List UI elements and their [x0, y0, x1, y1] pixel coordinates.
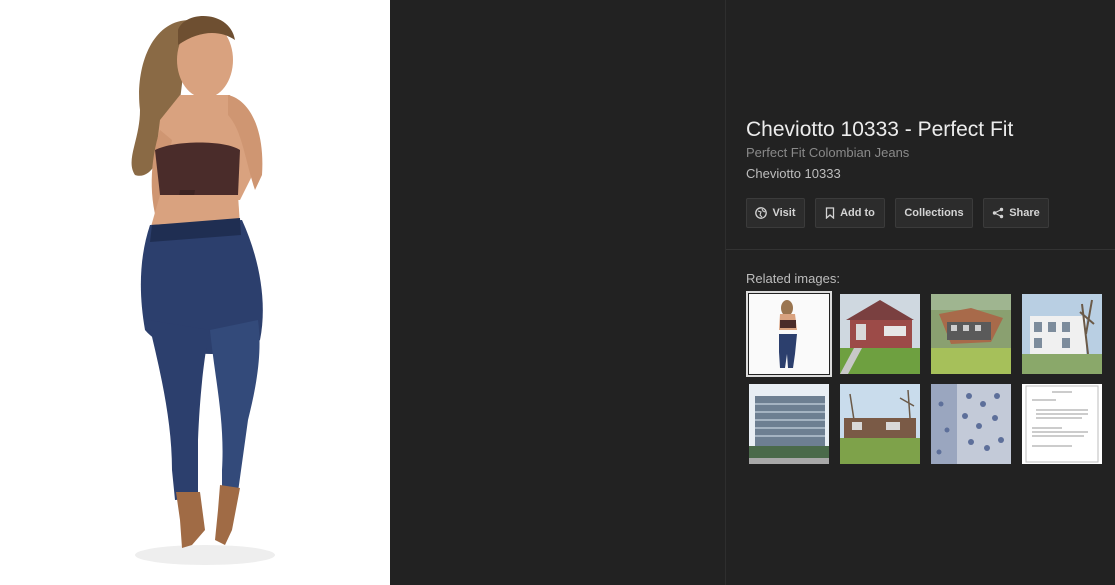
thumb-image: [1022, 294, 1102, 374]
bookmark-icon: [825, 207, 835, 219]
related-thumb-blue-patterned-fabric[interactable]: [931, 384, 1011, 464]
share-icon: [993, 207, 1004, 219]
related-thumb-office-building[interactable]: [749, 384, 829, 464]
thumb-image: [749, 294, 829, 374]
thumb-image: [840, 294, 920, 374]
related-thumb-brick-ranch-house[interactable]: [840, 384, 920, 464]
thumb-image: [1022, 384, 1102, 464]
model-photo: [0, 0, 390, 585]
source-link[interactable]: Perfect Fit Colombian Jeans: [746, 145, 909, 160]
thumb-image: [749, 384, 829, 464]
related-images-label: Related images:: [746, 271, 840, 286]
related-thumb-townhouses[interactable]: [1022, 294, 1102, 374]
thumb-image: [931, 294, 1011, 374]
collections-label: Collections: [904, 207, 964, 219]
section-divider: [726, 249, 1115, 250]
share-label: Share: [1009, 207, 1040, 219]
image-title: Cheviotto 10333 - Perfect Fit: [746, 118, 1014, 141]
visit-label: Visit: [772, 207, 796, 219]
visit-button[interactable]: Visit: [746, 198, 805, 228]
add-to-label: Add to: [840, 207, 875, 219]
main-image[interactable]: [0, 0, 390, 585]
add-to-button[interactable]: Add to: [815, 198, 885, 228]
globe-icon: [755, 207, 768, 219]
related-thumb-document-page[interactable]: [1022, 384, 1102, 464]
related-thumb-red-brick-house[interactable]: [840, 294, 920, 374]
image-description: Cheviotto 10333: [746, 166, 841, 181]
collections-button[interactable]: Collections: [895, 198, 973, 228]
panel-divider: [725, 0, 726, 585]
share-button[interactable]: Share: [983, 198, 1049, 228]
thumb-image: [931, 384, 1011, 464]
thumb-image: [840, 384, 920, 464]
related-thumb-apartment-building[interactable]: [931, 294, 1011, 374]
related-thumb-woman-in-jeans[interactable]: [746, 291, 832, 377]
